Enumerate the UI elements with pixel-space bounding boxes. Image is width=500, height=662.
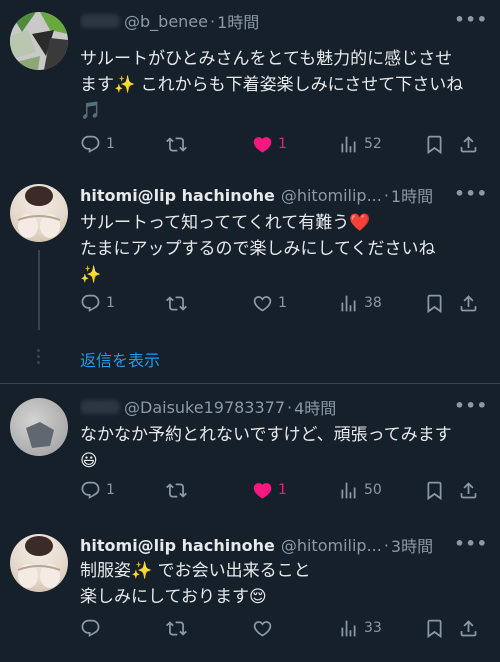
reply-count: 1 bbox=[106, 136, 115, 152]
views-count: 50 bbox=[364, 482, 382, 498]
reply-count: 1 bbox=[106, 482, 115, 498]
avatar[interactable] bbox=[10, 12, 68, 70]
handle[interactable]: @Daisuke19783377 bbox=[124, 398, 285, 417]
thread-dots bbox=[37, 349, 41, 367]
bookmark-button[interactable] bbox=[424, 476, 445, 504]
tweet-text-line: なかなか予約とれないですけど、頑張ってみます bbox=[80, 425, 452, 445]
retweet-icon bbox=[166, 618, 187, 639]
reply-icon bbox=[80, 134, 101, 155]
separator: · bbox=[209, 11, 216, 31]
views-button[interactable]: 52 bbox=[338, 130, 382, 158]
bookmark-button[interactable] bbox=[424, 130, 445, 158]
separator: · bbox=[383, 185, 389, 205]
reply-icon bbox=[80, 618, 101, 639]
bookmark-button[interactable] bbox=[424, 614, 445, 642]
like-count: 1 bbox=[278, 136, 287, 152]
avatar[interactable] bbox=[10, 398, 68, 456]
retweet-button[interactable] bbox=[166, 289, 187, 317]
reply-button[interactable]: 1 bbox=[80, 130, 115, 158]
tweet-3[interactable]: @Daisuke19783377 · 4時間 ••• なかなか予約とれないですけ… bbox=[0, 384, 500, 522]
tweet-text-line: 制服姿✨ でお会い出来ること bbox=[80, 561, 311, 581]
like-icon bbox=[252, 293, 273, 314]
bookmark-icon bbox=[424, 134, 445, 155]
like-button[interactable] bbox=[252, 614, 273, 642]
views-button[interactable]: 38 bbox=[338, 289, 382, 317]
share-icon bbox=[458, 480, 479, 501]
like-count: 1 bbox=[278, 295, 287, 311]
separator: · bbox=[287, 397, 293, 417]
share-icon bbox=[458, 293, 479, 314]
tweet-text-line: 😃 bbox=[80, 451, 98, 471]
handle[interactable]: @b_benee bbox=[124, 12, 208, 31]
tweet-text-line: ます✨ これからも下着姿楽しみにさせて下さいね bbox=[80, 75, 464, 95]
bookmark-icon bbox=[424, 618, 445, 639]
show-replies-link[interactable]: 返信を表示 bbox=[80, 347, 160, 371]
tweet-4[interactable]: hitomi@lip hachinohe @hitomilip... · 3時間… bbox=[0, 522, 500, 662]
share-button[interactable] bbox=[458, 614, 479, 642]
reply-button[interactable]: 1 bbox=[80, 476, 115, 504]
like-button[interactable]: 1 bbox=[252, 130, 287, 158]
reply-button[interactable]: 1 bbox=[80, 289, 115, 317]
retweet-button[interactable] bbox=[166, 130, 187, 158]
display-name[interactable]: hitomi@lip hachinohe bbox=[80, 536, 275, 555]
timestamp[interactable]: 1時間 bbox=[391, 183, 433, 207]
bookmark-icon bbox=[424, 293, 445, 314]
bookmark-button[interactable] bbox=[424, 289, 445, 317]
timestamp[interactable]: 1時間 bbox=[217, 9, 259, 33]
views-button[interactable]: 50 bbox=[338, 476, 382, 504]
like-icon bbox=[252, 618, 273, 639]
views-count: 38 bbox=[364, 295, 382, 311]
views-count: 52 bbox=[364, 136, 382, 152]
display-name[interactable]: hitomi@lip hachinohe bbox=[80, 186, 275, 205]
blurred-name bbox=[80, 400, 120, 414]
like-icon bbox=[252, 480, 273, 501]
avatar[interactable] bbox=[10, 184, 68, 242]
views-icon bbox=[338, 618, 359, 639]
share-button[interactable] bbox=[458, 476, 479, 504]
handle[interactable]: @hitomilip... bbox=[281, 186, 382, 205]
thread-line bbox=[38, 250, 40, 330]
more-icon[interactable]: ••• bbox=[454, 534, 488, 553]
reply-count: 1 bbox=[106, 295, 115, 311]
more-icon[interactable]: ••• bbox=[454, 396, 488, 415]
share-icon bbox=[458, 618, 479, 639]
tweet-1[interactable]: @b_benee · 1時間 ••• サルートがひとみさんをとても魅力的に感じさ… bbox=[0, 0, 500, 170]
retweet-icon bbox=[166, 134, 187, 155]
share-icon bbox=[458, 134, 479, 155]
retweet-button[interactable] bbox=[166, 614, 187, 642]
tweet-text-line: 🎵 bbox=[80, 101, 102, 121]
handle[interactable]: @hitomilip... bbox=[281, 536, 382, 555]
views-count: 33 bbox=[364, 620, 382, 636]
views-icon bbox=[338, 134, 359, 155]
retweet-icon bbox=[166, 293, 187, 314]
retweet-icon bbox=[166, 480, 187, 501]
tweet-text-line: たまにアップするので楽しみにしてくださいね bbox=[80, 239, 436, 259]
like-button[interactable]: 1 bbox=[252, 289, 287, 317]
blurred-name bbox=[80, 14, 120, 28]
views-icon bbox=[338, 480, 359, 501]
reply-icon bbox=[80, 293, 101, 314]
tweet-text-line: 楽しみにしております😌 bbox=[80, 587, 267, 607]
more-icon[interactable]: ••• bbox=[454, 10, 488, 29]
tweet-2[interactable]: hitomi@lip hachinohe @hitomilip... · 1時間… bbox=[0, 170, 500, 330]
views-icon bbox=[338, 293, 359, 314]
bookmark-icon bbox=[424, 480, 445, 501]
reply-button[interactable] bbox=[80, 614, 101, 642]
tweet-text-line: ✨ bbox=[80, 265, 102, 285]
like-icon bbox=[252, 134, 273, 155]
tweet-text-line: サルートって知っててくれて有難う❤️ bbox=[80, 213, 371, 233]
reply-icon bbox=[80, 480, 101, 501]
like-button[interactable]: 1 bbox=[252, 476, 287, 504]
timestamp[interactable]: 3時間 bbox=[391, 533, 433, 557]
tweet-text-line: サルートがひとみさんをとても魅力的に感じさせ bbox=[80, 49, 453, 69]
views-button[interactable]: 33 bbox=[338, 614, 382, 642]
retweet-button[interactable] bbox=[166, 476, 187, 504]
share-button[interactable] bbox=[458, 289, 479, 317]
timestamp[interactable]: 4時間 bbox=[294, 395, 336, 419]
more-icon[interactable]: ••• bbox=[454, 184, 488, 203]
avatar[interactable] bbox=[10, 534, 68, 592]
share-button[interactable] bbox=[458, 130, 479, 158]
separator: · bbox=[383, 535, 389, 555]
like-count: 1 bbox=[278, 482, 287, 498]
